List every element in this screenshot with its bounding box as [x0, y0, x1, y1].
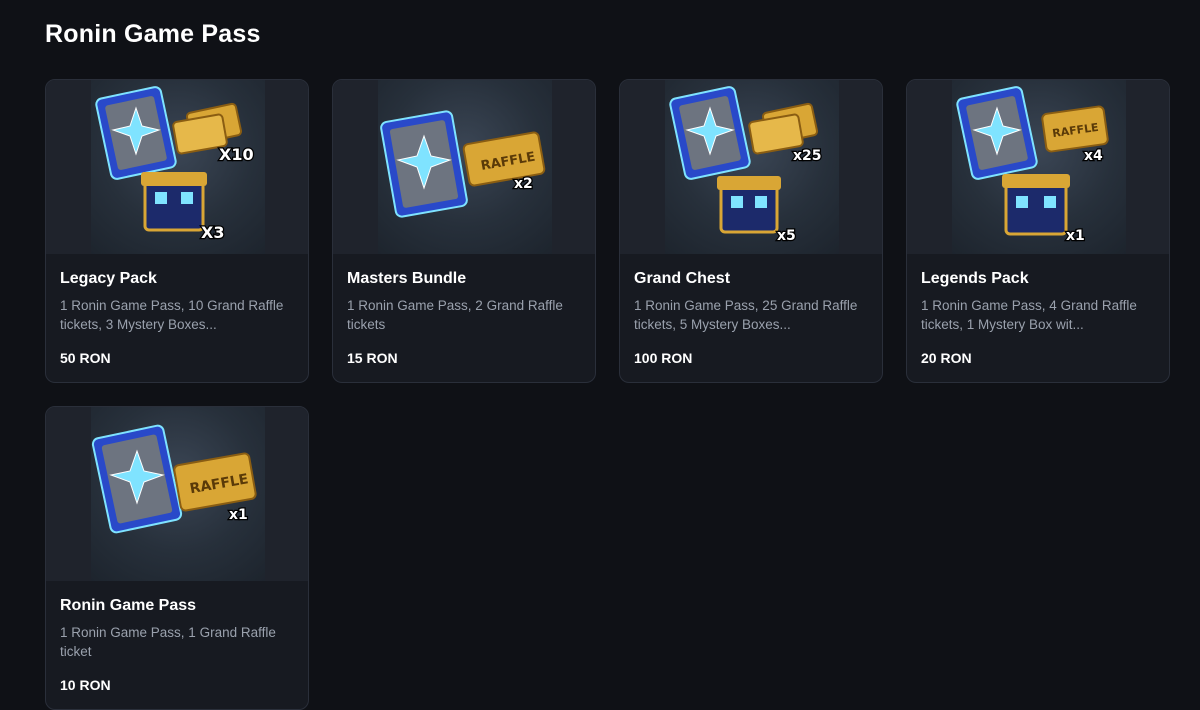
box-quantity: x1	[1066, 228, 1085, 244]
product-artwork: x25 x5	[669, 86, 823, 245]
product-description: 1 Ronin Game Pass, 10 Grand Raffle ticke…	[60, 298, 284, 332]
product-image-area: RAFFLE x1	[46, 407, 308, 581]
raffle-ticket-icon: RAFFLE	[173, 452, 257, 512]
scroll-icon	[380, 110, 468, 218]
ticket-quantity: x25	[793, 148, 822, 164]
product-image: RAFFLE x4 x1	[952, 80, 1126, 254]
scroll-icon	[91, 424, 183, 534]
product-artwork: RAFFLE x1	[91, 424, 257, 534]
product-price: 20 RON	[921, 350, 972, 366]
ticket-quantity: x2	[514, 176, 533, 192]
product-card-legacy-pack[interactable]: X10 X3 Legacy Pack 1 Ronin Game Pass, 10…	[45, 79, 309, 383]
product-name: Grand Chest	[634, 270, 731, 287]
ticket-quantity: X10	[219, 145, 254, 164]
product-image: RAFFLE x1	[91, 407, 265, 581]
product-description: 1 Ronin Game Pass, 4 Grand Raffle ticket…	[921, 298, 1137, 332]
product-card-legends-pack[interactable]: RAFFLE x4 x1 Legends Pack 1 Ronin Game P…	[906, 79, 1170, 383]
mystery-box-icon	[717, 176, 781, 234]
scroll-icon	[95, 86, 177, 180]
scroll-icon	[956, 86, 1038, 180]
ticket-quantity: x4	[1084, 148, 1103, 164]
product-price: 50 RON	[60, 350, 111, 366]
product-image: x25 x5	[665, 80, 839, 254]
product-card-ronin-game-pass[interactable]: RAFFLE x1 Ronin Game Pass 1 Ronin Game P…	[45, 406, 309, 710]
product-artwork: X10 X3	[95, 86, 255, 243]
product-description: 1 Ronin Game Pass, 2 Grand Raffle ticket…	[347, 298, 563, 332]
box-quantity: X3	[201, 223, 224, 242]
page-title: Ronin Game Pass	[45, 20, 261, 48]
product-grid: X10 X3 Legacy Pack 1 Ronin Game Pass, 10…	[45, 79, 1171, 710]
product-name: Legacy Pack	[60, 270, 157, 287]
raffle-ticket-icon: RAFFLE	[1041, 105, 1109, 153]
ticket-quantity: x1	[229, 507, 248, 523]
product-card-masters-bundle[interactable]: RAFFLE x2 Masters Bundle 1 Ronin Game Pa…	[332, 79, 596, 383]
product-price: 100 RON	[634, 350, 693, 366]
product-image: X10 X3	[91, 80, 265, 254]
scroll-icon	[669, 86, 751, 180]
mystery-box-icon	[1002, 174, 1070, 236]
product-name: Legends Pack	[921, 270, 1029, 287]
product-image-area: x25 x5	[620, 80, 882, 254]
product-artwork: RAFFLE x4 x1	[956, 86, 1109, 245]
product-price: 15 RON	[347, 350, 398, 366]
raffle-ticket-icon	[748, 102, 819, 155]
product-image-area: X10 X3	[46, 80, 308, 254]
mystery-box-icon	[141, 172, 207, 232]
product-image-area: RAFFLE x2	[333, 80, 595, 254]
page: Ronin Game Pass X10 X3 Legacy Pack 1 Ron…	[0, 0, 1200, 710]
product-image: RAFFLE x2	[378, 80, 552, 254]
product-card-grand-chest[interactable]: x25 x5 Grand Chest 1 Ronin Game Pass, 25…	[619, 79, 883, 383]
product-description: 1 Ronin Game Pass, 25 Grand Raffle ticke…	[634, 298, 858, 332]
product-image-area: RAFFLE x4 x1	[907, 80, 1169, 254]
product-artwork: RAFFLE x2	[380, 110, 546, 218]
product-description: 1 Ronin Game Pass, 1 Grand Raffle ticket	[60, 625, 276, 659]
product-name: Ronin Game Pass	[60, 597, 197, 614]
product-price: 10 RON	[60, 677, 111, 693]
box-quantity: x5	[777, 228, 796, 244]
product-name: Masters Bundle	[347, 270, 467, 287]
